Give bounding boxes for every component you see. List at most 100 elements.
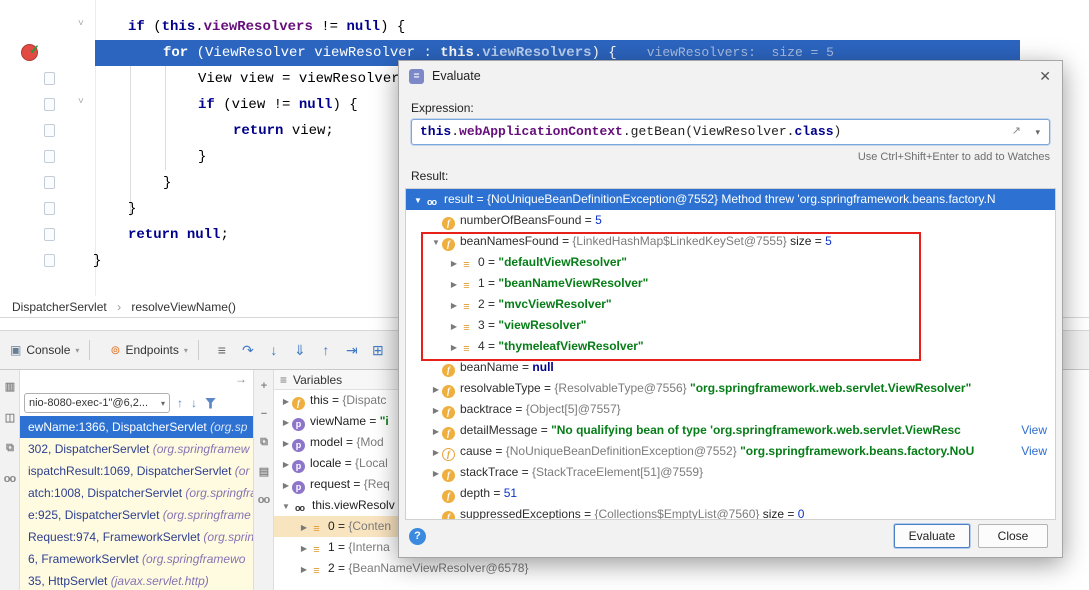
result-tree-row[interactable]: ▶fresolvableType = {ResolvableType@7556}… <box>406 378 1055 399</box>
result-tree-row[interactable]: ▼ooresult = {NoUniqueBeanDefinitionExcep… <box>406 189 1055 210</box>
gutter-icon[interactable] <box>44 98 55 111</box>
expand-icon[interactable]: ▶ <box>448 253 460 273</box>
array-element-icon: ≡ <box>460 343 473 356</box>
view-link[interactable]: View <box>1021 441 1047 462</box>
step-over-icon[interactable]: ↷ <box>235 342 261 359</box>
expand-icon[interactable]: ▶ <box>280 475 292 495</box>
result-tree[interactable]: ▼ooresult = {NoUniqueBeanDefinitionExcep… <box>405 188 1056 520</box>
next-frame-icon[interactable]: ↓ <box>191 396 197 410</box>
hide-library-frames-icon[interactable] <box>205 398 216 409</box>
new-watch-icon[interactable]: + <box>261 380 266 392</box>
dialog-title-bar[interactable]: = Evaluate ✕ <box>399 61 1062 91</box>
run-to-cursor-icon[interactable]: ⇥ <box>339 342 365 359</box>
stack-frame-row[interactable]: Request:974, FrameworkServlet (org.sprin <box>20 526 253 548</box>
expand-icon[interactable]: ▶ <box>430 400 442 420</box>
expand-icon[interactable]: ▶ <box>280 433 292 453</box>
copy-frames-icon[interactable]: ⧉ <box>6 442 13 455</box>
variable-row[interactable]: ▶≡2 = {BeanNameViewResolver@6578} <box>274 558 560 579</box>
gutter-icon[interactable] <box>44 228 55 241</box>
evaluate-expression-icon[interactable]: ⊞ <box>365 342 391 359</box>
result-tree-row[interactable]: fnumberOfBeansFound = 5 <box>406 210 1055 231</box>
evaluate-button[interactable]: Evaluate <box>894 524 970 548</box>
result-tree-row[interactable]: ▶≡2 = "mvcViewResolver" <box>406 294 1055 315</box>
stack-frame-row[interactable]: 6, FrameworkServlet (org.springframewo <box>20 548 253 570</box>
expand-icon[interactable]: ▶ <box>298 559 310 579</box>
force-step-into-icon[interactable]: ⇓ <box>287 342 313 359</box>
result-tree-row[interactable]: ▶fbacktrace = {Object[5]@7557} <box>406 399 1055 420</box>
breadcrumb-class[interactable]: DispatcherServlet <box>12 300 107 314</box>
watches-icon[interactable]: oo <box>4 473 15 485</box>
duplicate-watch-icon[interactable]: ⧉ <box>260 436 267 449</box>
stack-frame-row[interactable]: 35, HttpServlet (javax.servlet.http) <box>20 570 253 590</box>
expand-icon[interactable]: ▶ <box>298 517 310 537</box>
view-link[interactable]: View <box>1021 420 1047 441</box>
close-button[interactable]: Close <box>978 524 1048 548</box>
expand-icon[interactable]: ▶ <box>280 412 292 432</box>
tab-console[interactable]: ▣ Console ▾ <box>10 343 79 357</box>
collapse-icon[interactable]: ▼ <box>412 190 424 210</box>
expand-icon[interactable]: ▶ <box>280 454 292 474</box>
text-segment: = <box>581 213 595 227</box>
step-out-icon[interactable]: ↑ <box>313 342 339 358</box>
gutter-icon[interactable] <box>44 176 55 189</box>
expression-input[interactable]: this.webApplicationContext.getBean(ViewR… <box>411 119 1050 145</box>
stack-frame-row[interactable]: atch:1008, DispatcherServlet (org.spring… <box>20 482 253 504</box>
expand-icon[interactable]: ▶ <box>430 463 442 483</box>
expand-icon[interactable]: ▶ <box>430 421 442 441</box>
result-tree-row[interactable]: ▶≡1 = "beanNameViewResolver" <box>406 273 1055 294</box>
result-tree-row[interactable]: ▶≡4 = "thymeleafViewResolver" <box>406 336 1055 357</box>
gutter-icon[interactable] <box>44 202 55 215</box>
result-tree-row[interactable]: ▶≡3 = "viewResolver" <box>406 315 1055 336</box>
gutter-icon[interactable] <box>44 254 55 267</box>
expand-icon[interactable]: ▶ <box>448 295 460 315</box>
frames-view-icon[interactable]: ◫ <box>5 411 14 424</box>
previous-frame-icon[interactable]: ↑ <box>177 396 183 410</box>
show-watches-icon[interactable]: ▤ <box>259 465 268 478</box>
stack-frame-row[interactable]: ispatchResult:1069, DispatcherServlet (o… <box>20 460 253 482</box>
chevron-down-icon[interactable]: ▾ <box>1035 127 1040 138</box>
fold-marker-icon[interactable]: ˅ <box>78 96 84 107</box>
help-icon[interactable]: ? <box>409 528 426 545</box>
breakpoint-icon[interactable]: ✓ <box>21 44 38 61</box>
result-tree-row[interactable]: ▶≡0 = "defaultViewResolver" <box>406 252 1055 273</box>
result-tree-row[interactable]: ▼fbeanNamesFound = {LinkedHashMap$Linked… <box>406 231 1055 252</box>
stack-frame-row[interactable]: e:925, DispatcherServlet (org.springfram… <box>20 504 253 526</box>
expand-icon[interactable]: ▶ <box>448 274 460 294</box>
text-segment: null <box>346 19 380 35</box>
gutter-icon[interactable] <box>44 124 55 137</box>
remove-watch-icon[interactable]: − <box>261 408 266 420</box>
result-tree-row[interactable]: ▶fcause = {NoUniqueBeanDefinitionExcepti… <box>406 441 1055 462</box>
thread-selector-dropdown[interactable]: nio-8080-exec-1"@6,2... ▾ <box>24 393 170 413</box>
panel-options-icon[interactable]: → <box>235 372 247 386</box>
expand-icon[interactable]: ▶ <box>280 391 292 411</box>
result-tree-row[interactable]: fbeanName = null <box>406 357 1055 378</box>
text-segment: if <box>128 19 145 35</box>
expand-icon[interactable]: ▶ <box>430 442 442 462</box>
close-icon[interactable]: ✕ <box>1039 68 1051 85</box>
field-icon: f <box>442 238 455 251</box>
fold-marker-icon[interactable]: ˅ <box>78 18 84 29</box>
breadcrumb-method[interactable]: resolveViewName() <box>131 300 235 314</box>
result-tree-row[interactable]: fsuppressedExceptions = {Collections$Emp… <box>406 504 1055 520</box>
expand-icon[interactable]: ▶ <box>448 337 460 357</box>
result-tree-row[interactable]: ▶fdetailMessage = "No qualifying bean of… <box>406 420 1055 441</box>
code-line[interactable]: if (this.viewResolvers != null) { <box>0 14 1089 40</box>
result-tree-row[interactable]: ▶fstackTrace = {StackTraceElement[51]@75… <box>406 462 1055 483</box>
add-to-watches-icon[interactable]: oo <box>258 494 269 506</box>
gutter-icon[interactable] <box>44 150 55 163</box>
expand-icon[interactable]: ▶ <box>430 379 442 399</box>
expand-icon[interactable]: ▶ <box>448 316 460 336</box>
step-into-icon[interactable]: ↓ <box>261 342 287 358</box>
expand-icon[interactable]: ▶ <box>298 538 310 558</box>
expand-editor-icon[interactable]: ↗ <box>1012 124 1021 137</box>
collapse-icon[interactable]: ▼ <box>280 496 292 516</box>
stack-frame-row[interactable]: 302, DispatcherServlet (org.springframew <box>20 438 253 460</box>
collapse-icon[interactable]: ▼ <box>430 232 442 252</box>
tab-endpoints[interactable]: ⊚ Endpoints ▾ <box>110 343 187 357</box>
show-execution-point-icon[interactable]: ≡ <box>209 342 235 358</box>
result-tree-row[interactable]: fdepth = 51 <box>406 483 1055 504</box>
text-segment: return <box>128 227 178 243</box>
gutter-icon[interactable] <box>44 72 55 85</box>
layout-settings-icon[interactable]: ▥ <box>5 380 14 393</box>
stack-frame-row[interactable]: ewName:1366, DispatcherServlet (org.sp <box>20 416 253 438</box>
